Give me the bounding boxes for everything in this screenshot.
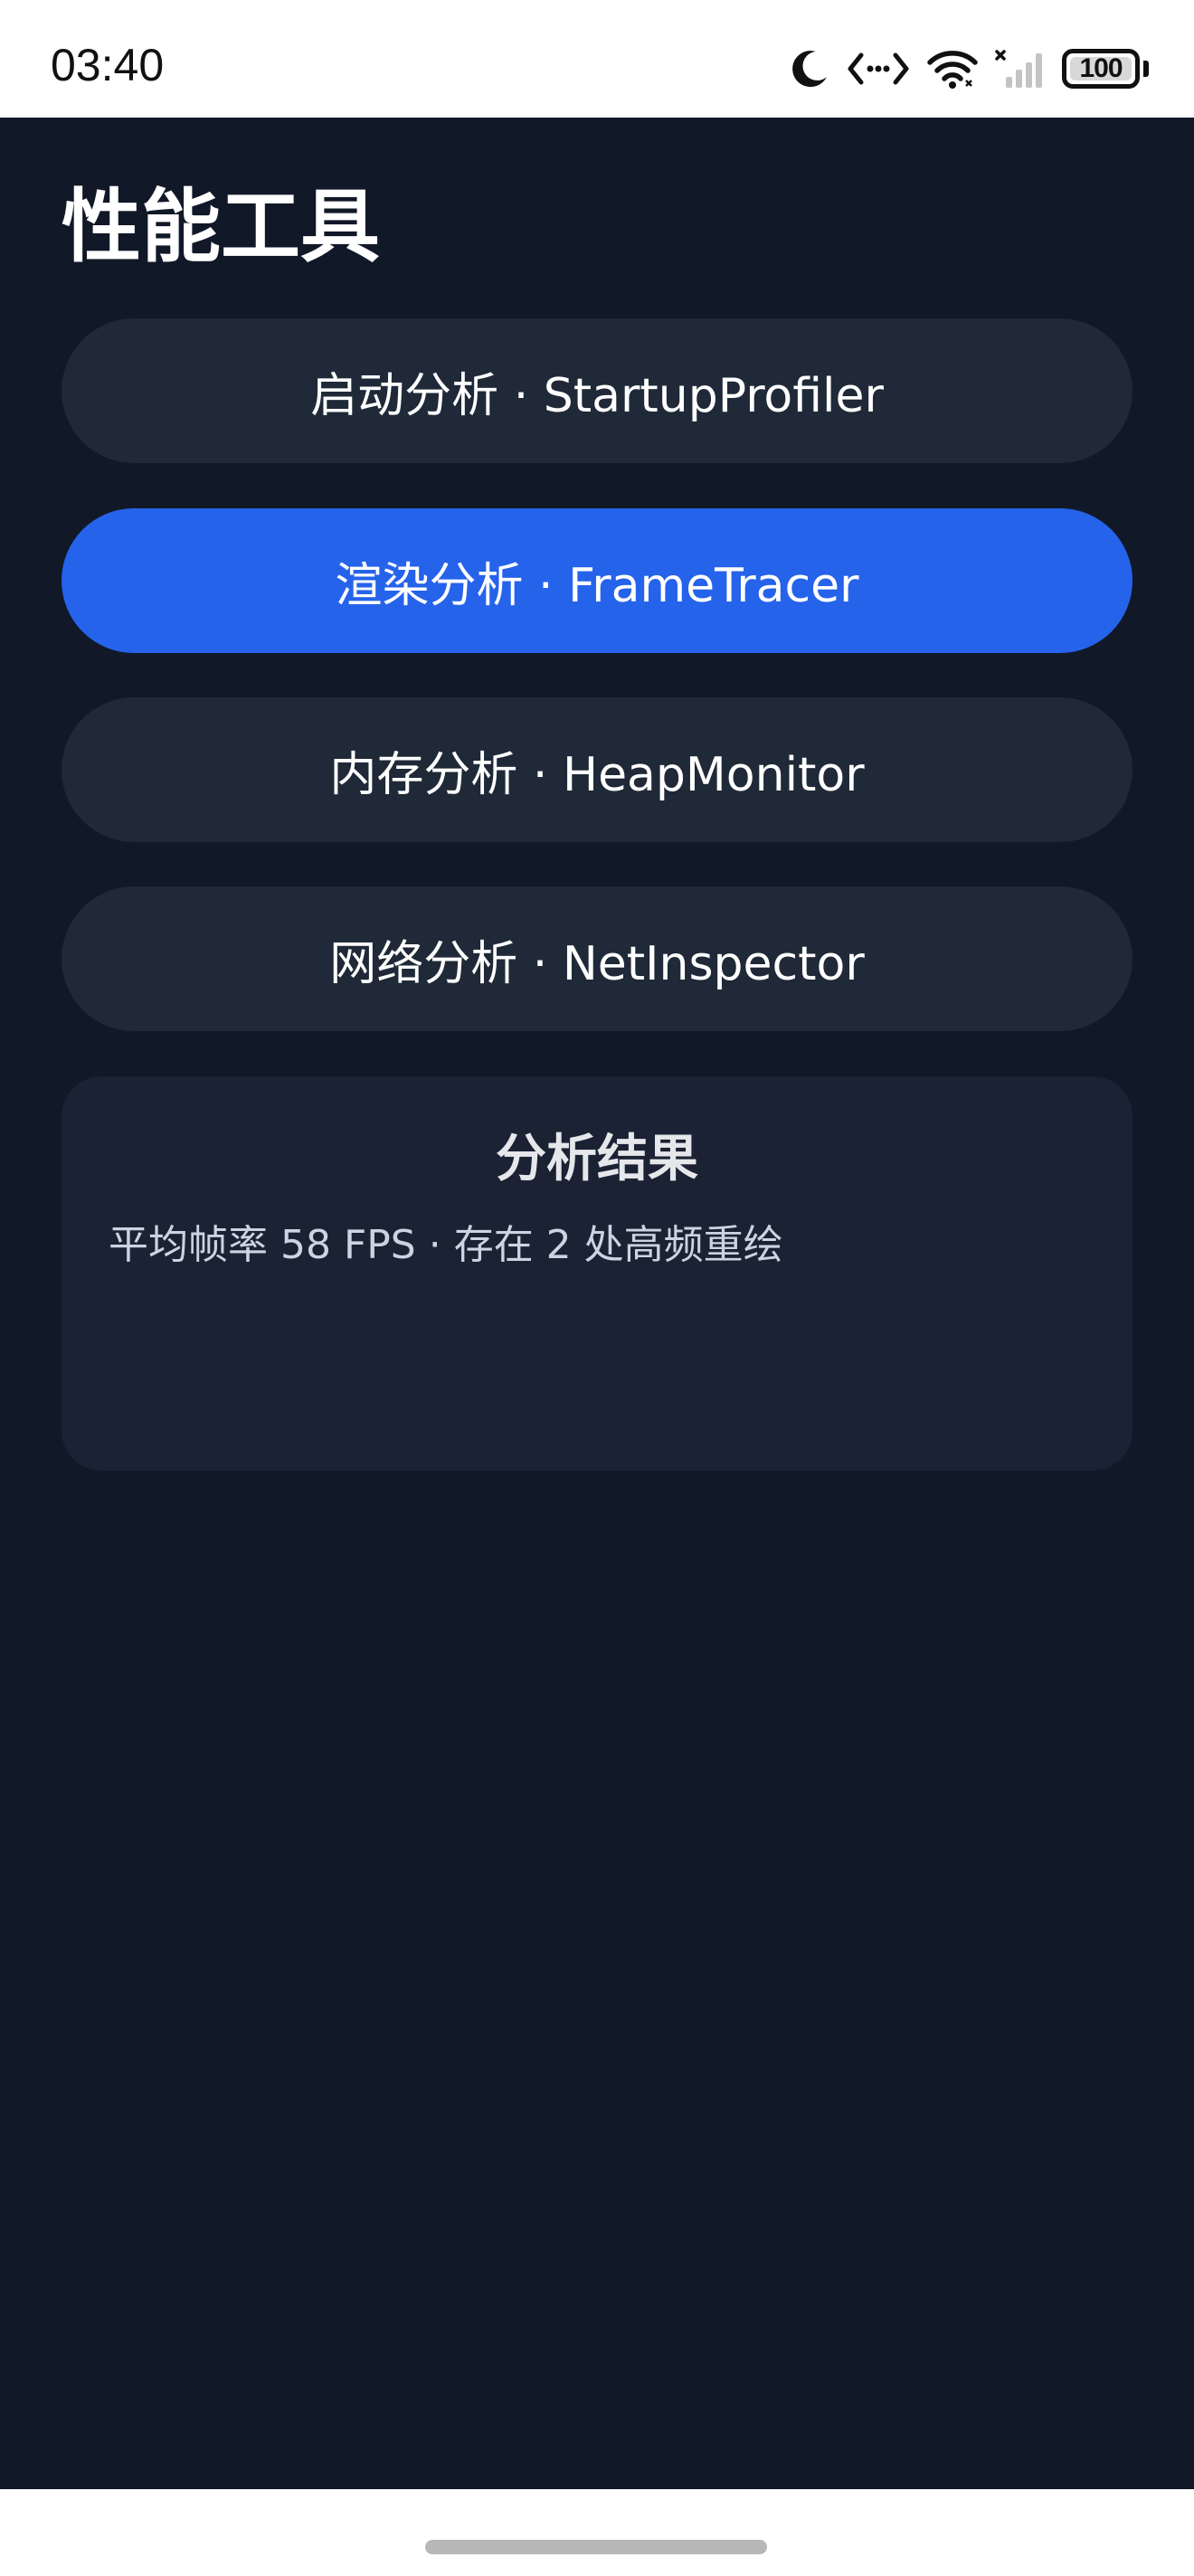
results-text: 平均帧率 58 FPS · 存在 2 处高频重绘 bbox=[109, 1222, 783, 1268]
battery-level: 100 bbox=[1079, 53, 1123, 83]
page-title: 性能工具 bbox=[62, 180, 381, 273]
status-icons: 100 bbox=[789, 42, 1149, 96]
navigation-bar bbox=[0, 2489, 1194, 2576]
moon-icon bbox=[792, 51, 827, 88]
results-card: 分析结果 平均帧率 58 FPS · 存在 2 处高频重绘 bbox=[62, 1076, 1132, 1471]
results-title: 分析结果 bbox=[496, 1130, 698, 1189]
screen: 03:40 100 性能工具 启动分析 · StartupProfiler 渲染… bbox=[0, 0, 1194, 2576]
heap-monitor-button[interactable]: 内存分析 · HeapMonitor bbox=[62, 697, 1132, 842]
status-bar: 03:40 100 bbox=[0, 0, 1194, 118]
wifi-icon bbox=[927, 51, 978, 89]
battery-tip bbox=[1143, 61, 1149, 77]
signal-icon bbox=[995, 50, 1042, 88]
battery-icon: 100 bbox=[1062, 49, 1140, 89]
net-inspector-button[interactable]: 网络分析 · NetInspector bbox=[62, 886, 1132, 1031]
home-indicator[interactable] bbox=[425, 2540, 767, 2554]
status-time: 03:40 bbox=[51, 40, 165, 90]
frame-tracer-button[interactable]: 渲染分析 · FrameTracer bbox=[62, 508, 1132, 653]
startup-profiler-button[interactable]: 启动分析 · StartupProfiler bbox=[62, 318, 1132, 463]
code-icon bbox=[848, 52, 909, 85]
